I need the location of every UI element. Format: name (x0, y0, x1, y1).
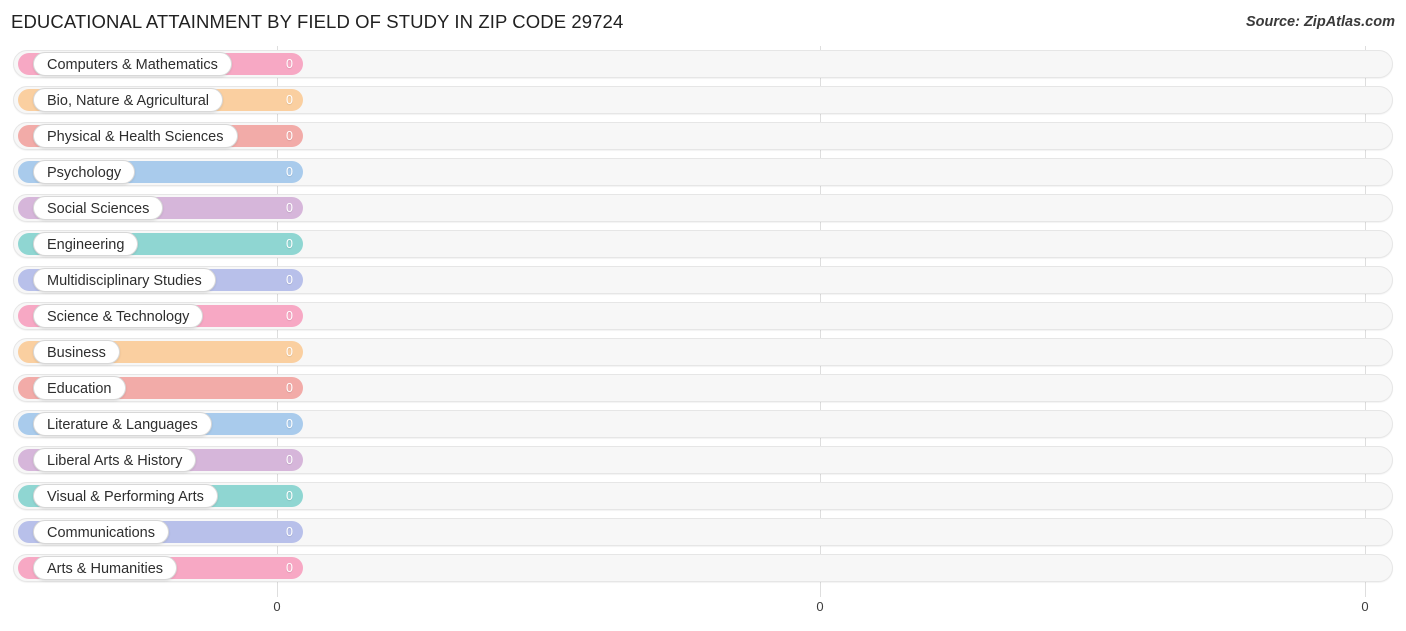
bar-value-label: 0 (286, 129, 293, 143)
bar-value-label: 0 (286, 309, 293, 323)
bar-value-label: 0 (286, 525, 293, 539)
category-label[interactable]: Social Sciences (33, 196, 164, 220)
chart-header: EDUCATIONAL ATTAINMENT BY FIELD OF STUDY… (0, 0, 1406, 45)
chart-row[interactable]: 0 Bio, Nature & Agricultural (13, 86, 1393, 114)
category-label[interactable]: Visual & Performing Arts (33, 484, 218, 508)
bar-value-label: 0 (286, 453, 293, 467)
page-title: EDUCATIONAL ATTAINMENT BY FIELD OF STUDY… (11, 11, 624, 32)
chart-row[interactable]: 0 Education (13, 374, 1393, 402)
source-attribution: Source: ZipAtlas.com (1245, 14, 1395, 30)
chart-row[interactable]: 0 Communications (13, 518, 1393, 546)
chart-row[interactable]: 0 Multidisciplinary Studies (13, 266, 1393, 294)
chart-row[interactable]: 0 Literature & Languages (13, 410, 1393, 438)
category-label[interactable]: Science & Technology (33, 304, 204, 328)
chart-row[interactable]: 0 Liberal Arts & History (13, 446, 1393, 474)
bar-value-label: 0 (286, 237, 293, 251)
bar-value-label: 0 (286, 417, 293, 431)
bar-value-label: 0 (286, 381, 293, 395)
category-label[interactable]: Bio, Nature & Agricultural (33, 88, 223, 112)
category-label[interactable]: Literature & Languages (33, 412, 212, 436)
chart-row[interactable]: 0 Social Sciences (13, 194, 1393, 222)
category-label[interactable]: Business (33, 340, 120, 364)
category-label[interactable]: Multidisciplinary Studies (33, 268, 216, 292)
bar-value-label: 0 (286, 165, 293, 179)
chart-row[interactable]: 0 Business (13, 338, 1393, 366)
category-label[interactable]: Engineering (33, 232, 139, 256)
bar-value-label: 0 (286, 93, 293, 107)
category-label[interactable]: Education (33, 376, 126, 400)
category-label[interactable]: Physical & Health Sciences (33, 124, 238, 148)
bar-value-label: 0 (286, 345, 293, 359)
chart-row[interactable]: 0 Visual & Performing Arts (13, 482, 1393, 510)
category-label[interactable]: Arts & Humanities (33, 556, 178, 580)
x-tick-label-0: 0 (273, 599, 281, 614)
chart-row[interactable]: 0 Science & Technology (13, 302, 1393, 330)
category-label[interactable]: Communications (33, 520, 169, 544)
bar-value-label: 0 (286, 201, 293, 215)
chart-row[interactable]: 0 Physical & Health Sciences (13, 122, 1393, 150)
category-label[interactable]: Computers & Mathematics (33, 52, 232, 76)
chart-row[interactable]: 0 Psychology (13, 158, 1393, 186)
chart-row[interactable]: 0 Computers & Mathematics (13, 50, 1393, 78)
chart-row[interactable]: 0 Arts & Humanities (13, 554, 1393, 582)
bar-value-label: 0 (286, 489, 293, 503)
bar-value-label: 0 (286, 57, 293, 71)
bar-value-label: 0 (286, 273, 293, 287)
x-tick-label-1: 0 (816, 599, 824, 614)
x-axis: 0 0 0 (0, 597, 1406, 631)
x-tick-label-2: 0 (1361, 599, 1369, 614)
category-label[interactable]: Liberal Arts & History (33, 448, 197, 472)
chart-plot-area: 0 Computers & Mathematics 0 Bio, Nature & A… (0, 46, 1406, 597)
bar-value-label: 0 (286, 561, 293, 575)
category-label[interactable]: Psychology (33, 160, 136, 184)
chart-row[interactable]: 0 Engineering (13, 230, 1393, 258)
